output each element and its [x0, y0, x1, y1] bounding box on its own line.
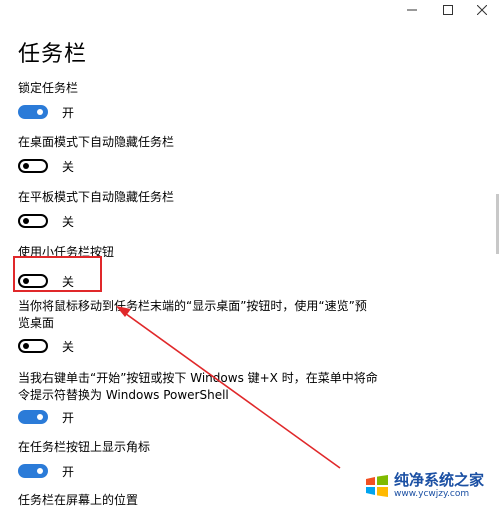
watermark: 纯净系统之家 www.ycwjzy.com: [364, 466, 500, 506]
scroll-thumb[interactable]: [496, 194, 499, 254]
watermark-url: www.ycwjzy.com: [394, 489, 470, 499]
windows-logo-icon: [366, 475, 388, 497]
red-arrow-icon: [116, 306, 341, 469]
watermark-text: 纯净系统之家 www.ycwjzy.com: [394, 472, 484, 500]
watermark-name: 纯净系统之家: [394, 471, 485, 489]
scrollbar[interactable]: [494, 24, 500, 504]
